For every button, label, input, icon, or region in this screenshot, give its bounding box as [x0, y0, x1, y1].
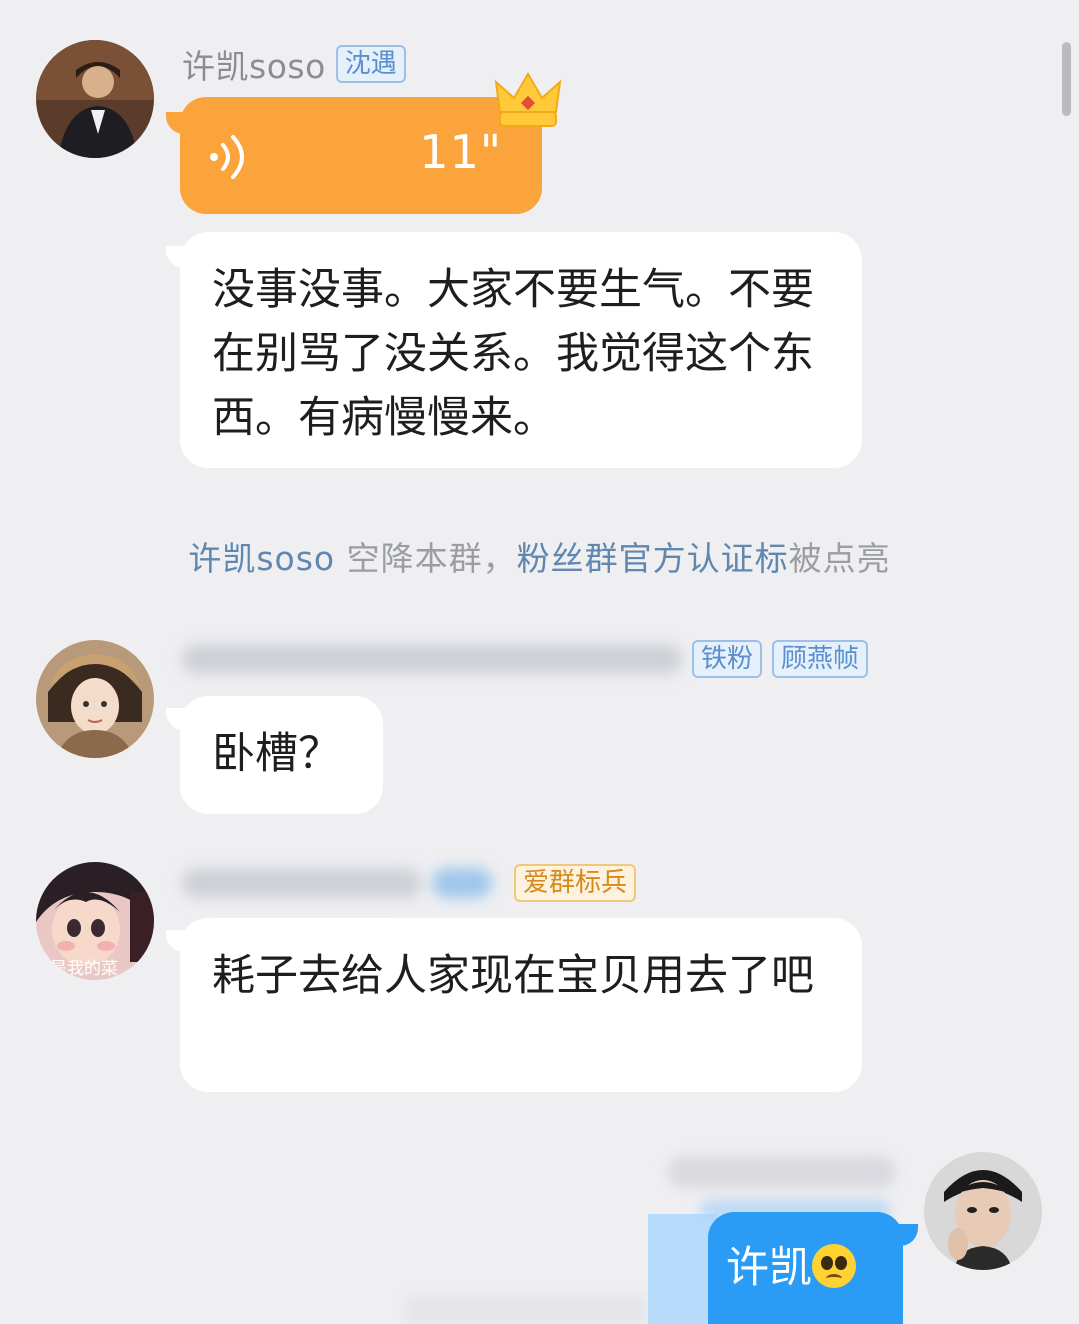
avatar[interactable] [36, 640, 154, 758]
fan-badge[interactable]: 顾燕帧 [772, 640, 869, 678]
voice-duration: 11" [419, 125, 502, 179]
message-bubble[interactable]: 耗子去给人家现在宝贝用去了吧 [180, 918, 862, 1092]
sender-name-blurred[interactable] [182, 868, 422, 898]
message-text: 卧槽？ [212, 729, 341, 779]
voice-message[interactable]: 11" [180, 97, 542, 214]
sender-line: 爱群标兵 [182, 864, 637, 902]
blurred-area [406, 1296, 646, 1324]
crown-icon [494, 72, 562, 127]
self-message-bubble[interactable]: 许凯 [708, 1212, 903, 1324]
avatar-photo-icon [36, 640, 154, 758]
sender-name[interactable]: 许凯soso [182, 40, 326, 88]
bubble-tail [896, 1224, 918, 1246]
fan-badge[interactable]: 铁粉 [692, 640, 763, 678]
message-bubble[interactable]: 没事没事。大家不要生气。不要在别骂了没关系。我觉得这个东西。有病慢慢来。 [180, 232, 862, 468]
message-text: 耗子去给人家现在宝贝用去了吧 [212, 951, 814, 1001]
sender-name-blurred[interactable] [182, 644, 682, 674]
avatar-caption: 是我的菜 [50, 959, 118, 979]
system-text: 空降本群， [335, 539, 517, 578]
avatar-photo-icon [36, 40, 154, 158]
sender-line: 许凯soso 沈遇 [182, 40, 406, 88]
avatar-photo-icon [924, 1152, 1042, 1270]
message-text: 没事没事。大家不要生气。不要在别骂了没关系。我觉得这个东西。有病慢慢来。 [212, 265, 814, 443]
system-text-tail: 被点亮 [788, 539, 891, 578]
system-user-link[interactable]: 许凯soso [188, 539, 335, 578]
self-name-blurred [668, 1156, 896, 1188]
sender-line: 铁粉 顾燕帧 [182, 640, 869, 678]
fan-badge[interactable]: 爱群标兵 [514, 864, 637, 902]
scrollbar[interactable] [1062, 42, 1071, 116]
message-bubble[interactable]: 卧槽？ [180, 696, 383, 814]
pleading-face-icon [812, 1244, 856, 1288]
system-message: 许凯soso 空降本群，粉丝群官方认证标被点亮 [0, 532, 1079, 580]
avatar[interactable] [36, 40, 154, 158]
fan-badge[interactable]: 沈遇 [335, 45, 406, 83]
certification-link[interactable]: 粉丝群官方认证标 [517, 539, 789, 578]
self-avatar[interactable] [924, 1152, 1042, 1270]
avatar[interactable]: 是我的菜 [36, 862, 154, 980]
voice-wave-icon [210, 135, 244, 179]
self-message-text: 许凯 [726, 1243, 812, 1293]
badge-blurred [432, 868, 492, 898]
